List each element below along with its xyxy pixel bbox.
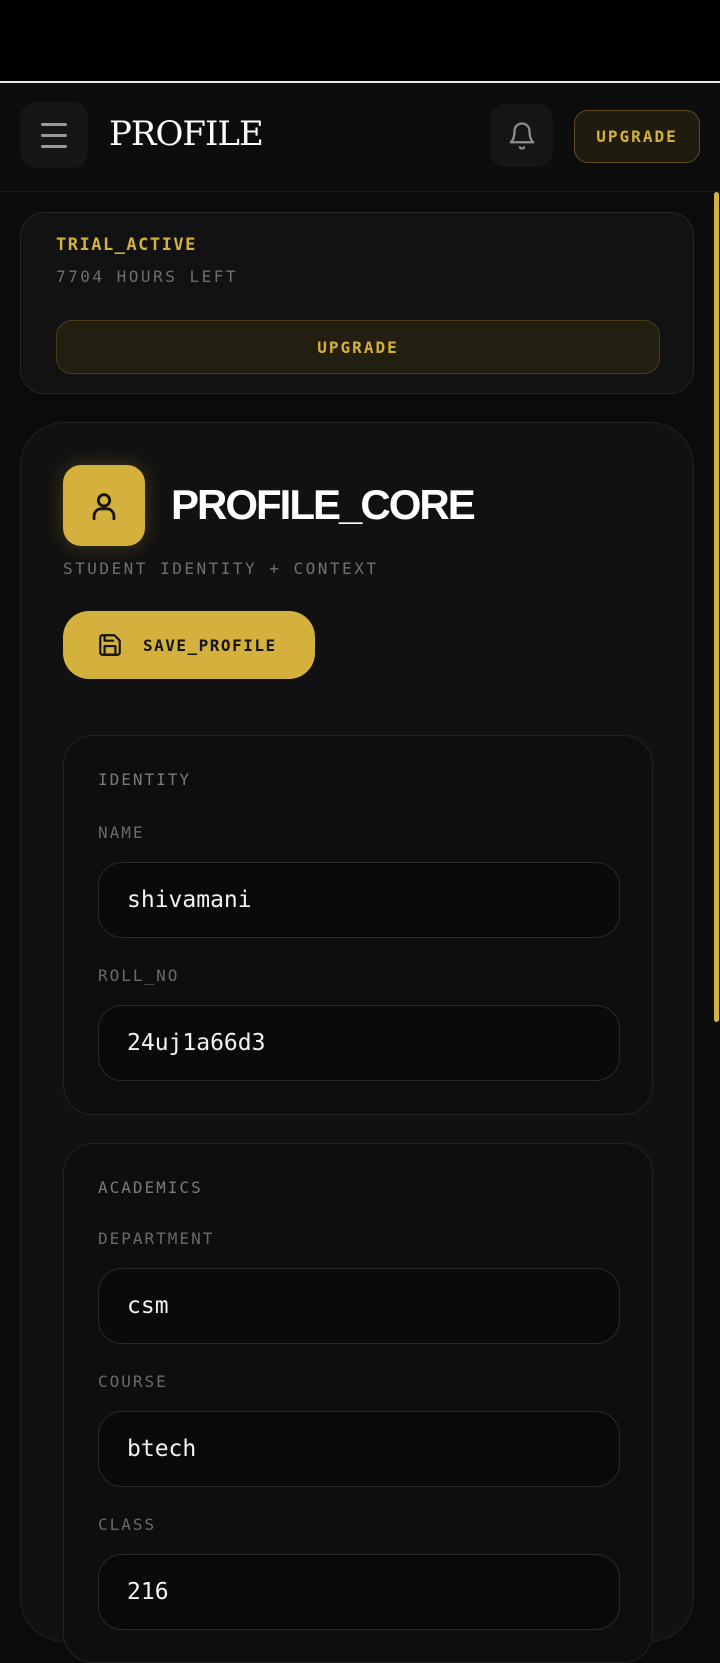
profile-core-subtitle: STUDENT IDENTITY + CONTEXT: [63, 559, 379, 578]
trial-status: TRIAL_ACTIVE: [56, 235, 197, 255]
trial-upgrade-button[interactable]: UPGRADE: [56, 320, 660, 374]
department-label: DEPARTMENT: [98, 1229, 215, 1248]
academics-section-title: ACADEMICS: [98, 1178, 203, 1197]
class-label: CLASS: [98, 1515, 157, 1534]
save-icon: [99, 634, 121, 656]
bell-icon: [509, 121, 534, 150]
roll-no-field[interactable]: [98, 1005, 620, 1081]
notifications-button[interactable]: [490, 104, 553, 167]
header-upgrade-button[interactable]: UPGRADE: [574, 110, 700, 163]
scrollbar[interactable]: [714, 192, 719, 1022]
identity-section: IDENTITY NAME ROLL_NO: [63, 735, 653, 1115]
page-title: PROFILE: [109, 114, 264, 154]
name-field[interactable]: [98, 862, 620, 938]
app-header: PROFILE UPGRADE: [0, 84, 720, 192]
course-label: COURSE: [98, 1372, 168, 1391]
class-field[interactable]: [98, 1554, 620, 1630]
user-icon: [92, 492, 116, 520]
status-bar: [0, 0, 720, 83]
roll-no-label: ROLL_NO: [98, 966, 180, 985]
name-label: NAME: [98, 823, 145, 842]
menu-icon: [41, 122, 67, 148]
profile-card: PROFILE_CORE STUDENT IDENTITY + CONTEXT …: [20, 422, 694, 1663]
profile-core-title: PROFILE_CORE: [171, 481, 476, 528]
course-field[interactable]: [98, 1411, 620, 1487]
avatar: [63, 465, 145, 546]
trial-card: TRIAL_ACTIVE 7704 HOURS LEFT UPGRADE: [20, 212, 694, 394]
save-profile-button[interactable]: SAVE_PROFILE: [63, 611, 315, 679]
department-field[interactable]: [98, 1268, 620, 1344]
identity-section-title: IDENTITY: [98, 770, 192, 789]
save-profile-label: SAVE_PROFILE: [143, 635, 277, 655]
academics-section: ACADEMICS DEPARTMENT COURSE CLASS: [63, 1143, 653, 1663]
trial-hours-left: 7704 HOURS LEFT: [56, 267, 238, 286]
menu-button[interactable]: [20, 102, 88, 168]
